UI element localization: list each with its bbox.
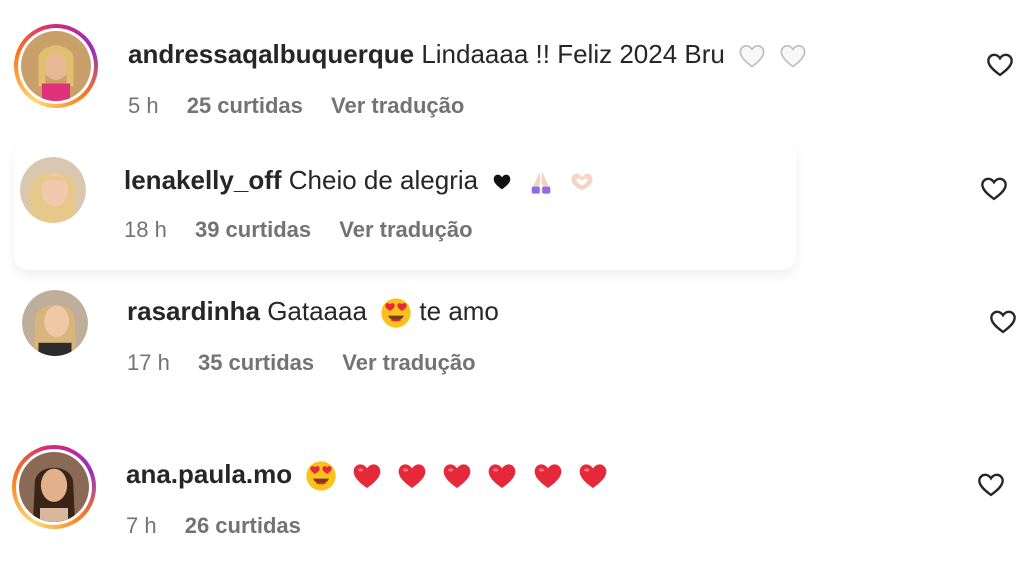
username-link[interactable]: andressaqalbuquerque [128,39,414,69]
white-heart-icon [738,42,766,70]
white-heart-icon [779,42,807,70]
avatar-photo [19,452,89,522]
praying-hands-icon [527,168,555,196]
avatar-photo [20,157,86,223]
timestamp[interactable]: 7 h [126,513,157,538]
likes-count[interactable]: 25 curtidas [187,93,303,118]
comment-meta: 18 h 39 curtidas Ver tradução [124,216,495,244]
comment-item: rasardinha Gataaaa te amo 17 h 35 curtid… [0,275,1024,410]
comment-item: andressaqalbuquerque Lindaaaa !! Feliz 2… [0,0,1024,140]
username-link[interactable]: lenakelly_off [124,165,282,195]
like-heart-icon[interactable] [986,51,1014,79]
likes-count[interactable]: 26 curtidas [185,513,301,538]
comment-item: lenakelly_off Cheio de alegria 18 h 39 c… [0,140,1024,270]
comment-line: ana.paula.mo [126,458,609,492]
username-link[interactable]: ana.paula.mo [126,459,292,489]
heart-hands-icon [568,168,596,196]
avatar-photo [21,31,91,101]
comment-text: Lindaaaa !! Feliz 2024 Bru [421,39,725,69]
heart-eyes-icon [380,297,412,329]
comment-meta: 17 h 35 curtidas Ver tradução [127,349,498,377]
avatar[interactable] [12,445,96,529]
red-heart-icon [441,460,473,492]
like-heart-icon[interactable] [989,308,1017,336]
avatar-photo [22,290,88,356]
timestamp[interactable]: 18 h [124,217,167,242]
translate-link[interactable]: Ver tradução [342,350,475,375]
red-heart-icon [486,460,518,492]
likes-count[interactable]: 35 curtidas [198,350,314,375]
avatar[interactable] [14,24,98,108]
heart-eyes-icon [305,460,337,492]
red-heart-icon [532,460,564,492]
comment-text-after: te amo [419,296,499,326]
comment-item: ana.paula.mo 7 h 26 curtidas [0,430,1024,576]
like-heart-icon[interactable] [977,471,1005,499]
comment-line: rasardinha Gataaaa te amo [127,295,499,329]
red-heart-icon [396,460,428,492]
comment-meta: 7 h 26 curtidas [126,512,323,540]
comment-text: Cheio de alegria [288,165,479,195]
username-link[interactable]: rasardinha [127,296,260,326]
comment-line: lenakelly_off Cheio de alegria [124,164,596,196]
likes-count[interactable]: 39 curtidas [195,217,311,242]
timestamp[interactable]: 5 h [128,93,159,118]
like-heart-icon[interactable] [980,175,1008,203]
avatar[interactable] [22,290,88,356]
comment-text: Gataaaa [267,296,367,326]
black-heart-icon [491,171,513,193]
translate-link[interactable]: Ver tradução [339,217,472,242]
comment-line: andressaqalbuquerque Lindaaaa !! Feliz 2… [128,38,807,70]
avatar[interactable] [20,157,86,223]
red-heart-icon [577,460,609,492]
translate-link[interactable]: Ver tradução [331,93,464,118]
timestamp[interactable]: 17 h [127,350,170,375]
red-heart-icon [351,460,383,492]
comment-meta: 5 h 25 curtidas Ver tradução [128,92,486,120]
